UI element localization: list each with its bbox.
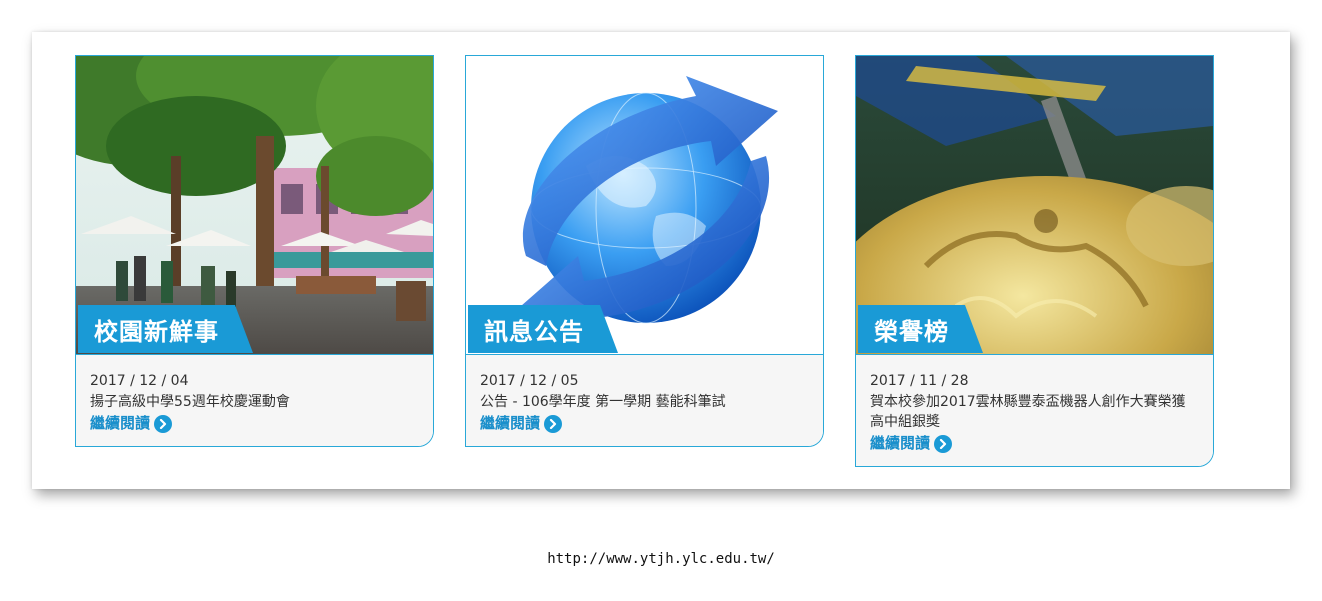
news-panel: 校園新鮮事 2017 / 12 / 04 揚子高級中學55週年校慶運動會 繼續閱…	[32, 32, 1290, 489]
chevron-right-icon	[154, 414, 173, 433]
post-date: 2017 / 12 / 04	[90, 373, 189, 389]
news-card-announcements: 訊息公告 2017 / 12 / 05 公告 - 106學年度 第一學期 藝能科…	[465, 55, 824, 447]
post-date: 2017 / 12 / 05	[480, 373, 579, 389]
read-more-link[interactable]: 繼續閱讀	[90, 413, 173, 434]
chevron-right-icon	[934, 434, 953, 453]
post-title[interactable]: 揚子高級中學55週年校慶運動會	[90, 392, 419, 412]
news-card-campus: 校園新鮮事 2017 / 12 / 04 揚子高級中學55週年校慶運動會 繼續閱…	[75, 55, 434, 447]
news-card-honors: 榮譽榜 2017 / 11 / 28 賀本校參加2017雲林縣豐泰盃機器人創作大…	[855, 55, 1214, 467]
read-more-link[interactable]: 繼續閱讀	[480, 413, 563, 434]
globe-arrows-image[interactable]: 訊息公告	[466, 56, 823, 355]
campus-photo[interactable]: 校園新鮮事	[76, 56, 433, 355]
page-url: http://www.ytjh.ylc.edu.tw/	[547, 551, 775, 567]
category-tag: 榮譽榜	[858, 305, 983, 353]
category-tag: 訊息公告	[468, 305, 618, 353]
chevron-right-icon	[544, 414, 563, 433]
read-more-link[interactable]: 繼續閱讀	[870, 433, 953, 454]
category-tag: 校園新鮮事	[78, 305, 253, 353]
card-body: 2017 / 11 / 28 賀本校參加2017雲林縣豐泰盃機器人創作大賽榮獲高…	[856, 355, 1213, 466]
read-more-label: 繼續閱讀	[480, 414, 541, 432]
read-more-label: 繼續閱讀	[90, 414, 151, 432]
gold-medal-image[interactable]: 榮譽榜	[856, 56, 1213, 355]
card-body: 2017 / 12 / 05 公告 - 106學年度 第一學期 藝能科筆試 繼續…	[466, 355, 823, 446]
post-date: 2017 / 11 / 28	[870, 373, 969, 389]
read-more-label: 繼續閱讀	[870, 434, 931, 452]
post-title[interactable]: 公告 - 106學年度 第一學期 藝能科筆試	[480, 392, 809, 412]
card-body: 2017 / 12 / 04 揚子高級中學55週年校慶運動會 繼續閱讀	[76, 355, 433, 446]
post-title[interactable]: 賀本校參加2017雲林縣豐泰盃機器人創作大賽榮獲高中組銀獎	[870, 392, 1199, 432]
